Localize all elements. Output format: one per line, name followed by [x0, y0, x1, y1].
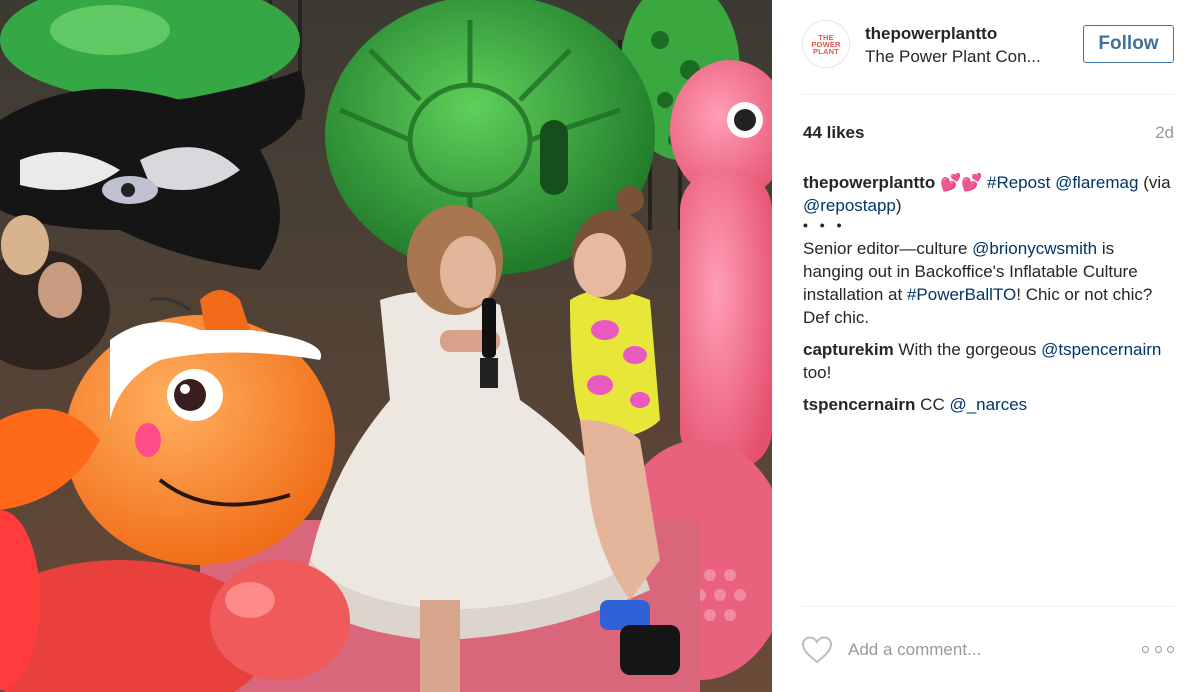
- comment-username[interactable]: tspencernairn: [803, 395, 915, 414]
- more-dot: [1167, 646, 1174, 653]
- caption-text: ): [895, 196, 902, 215]
- follow-button[interactable]: Follow: [1083, 25, 1174, 63]
- comment-text: With the gorgeous: [893, 340, 1042, 359]
- add-comment-input[interactable]: [848, 638, 1128, 662]
- mention-link[interactable]: @_narces: [949, 395, 1027, 414]
- post-photo[interactable]: [0, 0, 772, 692]
- mention-link[interactable]: @brionycwsmith: [972, 239, 1097, 258]
- author-username[interactable]: thepowerplantto: [865, 24, 997, 44]
- post-time[interactable]: 2d: [1155, 123, 1174, 143]
- hashtag-link[interactable]: #Repost: [987, 173, 1050, 192]
- more-dot: [1154, 646, 1162, 653]
- caption-dots: • • •: [803, 217, 846, 233]
- comment-username[interactable]: capturekim: [803, 340, 894, 359]
- likes-count[interactable]: 44 likes: [803, 123, 864, 143]
- comment-footer: [802, 630, 1174, 670]
- photo-illustration: [0, 0, 772, 692]
- mention-link[interactable]: @tspencernairn: [1041, 340, 1161, 359]
- header-divider: [802, 94, 1174, 95]
- post-header: THE POWER PLANT thepowerplantto The Powe…: [802, 18, 1174, 70]
- comment-username[interactable]: thepowerplantto: [803, 173, 935, 192]
- caption-emoji-text: 💕💕: [935, 173, 987, 192]
- caption-text: Senior editor—culture: [803, 239, 973, 258]
- comment-item: thepowerplantto 💕💕 #Repost @flaremag (vi…: [803, 171, 1173, 329]
- more-options-icon[interactable]: [1142, 646, 1174, 656]
- hashtag-link[interactable]: #PowerBallTO: [907, 285, 1016, 304]
- comment-item: capturekim With the gorgeous @tspencerna…: [803, 338, 1173, 384]
- avatar-logo-text: THE POWER PLANT: [811, 32, 841, 56]
- caption-text: (via: [1138, 173, 1171, 192]
- post-location[interactable]: The Power Plant Con...: [865, 47, 1041, 67]
- comment-text: CC: [915, 395, 950, 414]
- avatar[interactable]: THE POWER PLANT: [802, 20, 850, 68]
- footer-divider: [802, 606, 1174, 607]
- comment-text: too!: [803, 363, 832, 382]
- heart-outline-icon[interactable]: [802, 636, 832, 664]
- mention-link[interactable]: @repostapp: [803, 196, 896, 215]
- comments-list: thepowerplantto 💕💕 #Repost @flaremag (vi…: [803, 171, 1173, 425]
- post-details-panel: THE POWER PLANT thepowerplantto The Powe…: [772, 0, 1200, 692]
- comment-item: tspencernairn CC @_narces: [803, 393, 1173, 416]
- more-dot: [1142, 646, 1149, 653]
- mention-link[interactable]: @flaremag: [1055, 173, 1138, 192]
